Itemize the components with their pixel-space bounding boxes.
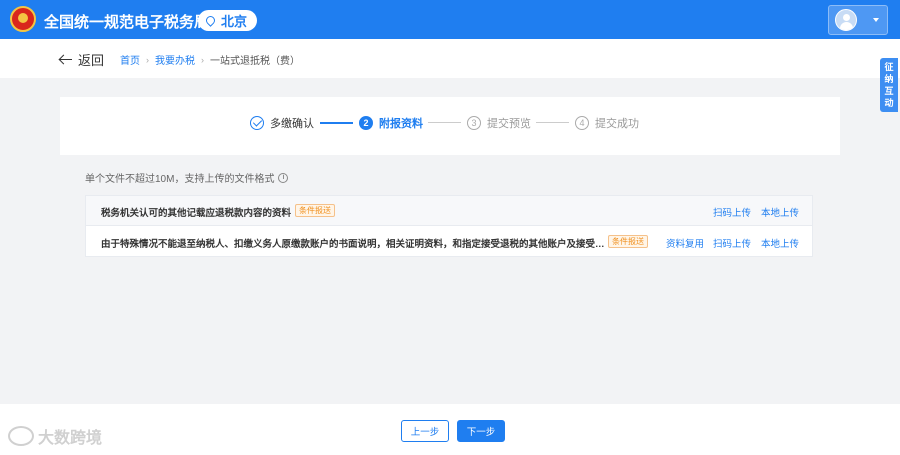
scan-upload-link[interactable]: 扫码上传 [713,236,751,250]
location-pin-icon [204,14,217,27]
sub-header: 返回 首页 › 我要办税 › 一站式退抵税（费） [0,39,900,78]
caret-down-icon [873,18,879,22]
step-connector [320,122,353,124]
back-label: 返回 [78,53,105,68]
local-upload-link[interactable]: 本地上传 [761,205,799,219]
breadcrumb-current: 一站式退抵税（费） [210,56,300,67]
avatar [835,9,857,31]
breadcrumb-home[interactable]: 首页 [120,52,140,67]
watermark-logo-icon [8,426,34,446]
city-label: 北京 [221,14,248,29]
back-button[interactable]: 返回 [60,50,104,69]
user-menu[interactable] [828,5,888,35]
step-check-icon [250,116,264,130]
tax-emblem-icon [10,6,36,32]
step-4: 4 提交成功 [575,115,639,131]
list-item: 税务机关认可的其他记载应退税款内容的资料 条件报送 扫码上传 本地上传 [86,196,812,226]
arrow-left-icon [60,54,72,66]
reuse-material-link[interactable]: 资料复用 [666,236,704,250]
step-label: 提交预览 [487,118,531,130]
city-selector[interactable]: 北京 [198,10,258,31]
footer-bar: 上一步 下一步 [0,404,900,455]
side-tab-char: 纳 [884,74,894,84]
previous-step-button[interactable]: 上一步 [401,420,449,442]
upload-list: 税务机关认可的其他记载应退税款内容的资料 条件报送 扫码上传 本地上传 由于特殊… [85,195,813,257]
breadcrumb-tax[interactable]: 我要办税 [155,52,195,67]
step-1: 多缴确认 [250,115,314,131]
next-step-button[interactable]: 下一步 [457,420,505,442]
local-upload-link[interactable]: 本地上传 [761,236,799,250]
condition-tag: 条件报送 [608,235,648,248]
interaction-side-tab[interactable]: 征 纳 互 动 [880,58,898,112]
watermark: 大数跨境 [8,424,102,448]
side-tab-char: 征 [884,62,894,72]
step-2: 2 附报资料 [359,115,423,131]
step-3: 3 提交预览 [467,115,531,131]
step-connector [536,122,569,123]
list-item: 由于特殊情况不能退至纳税人、扣缴义务人原缴款账户的书面说明，相关证明资料，和指定… [86,227,812,257]
upload-note: 单个文件不超过10M，支持上传的文件格式 i [85,170,289,185]
info-icon[interactable]: i [278,172,289,183]
chevron-right-icon: › [201,54,204,65]
scan-upload-link[interactable]: 扫码上传 [713,205,751,219]
step-label: 附报资料 [379,118,423,130]
step-number: 4 [575,116,589,130]
step-number: 3 [467,116,481,130]
step-label: 提交成功 [595,118,639,130]
material-title: 由于特殊情况不能退至纳税人、扣缴义务人原缴款账户的书面说明，相关证明资料，和指定… [101,239,606,250]
material-title: 税务机关认可的其他记载应退税款内容的资料 [101,208,291,219]
top-bar: 全国统一规范电子税务局 北京 [0,0,900,39]
side-tab-char: 互 [884,86,894,96]
step-number: 2 [359,116,373,130]
step-label: 多缴确认 [270,118,314,130]
watermark-text: 大数跨境 [38,430,103,447]
breadcrumb: 首页 › 我要办税 › 一站式退抵税（费） [120,52,300,68]
step-connector [428,122,461,123]
app-title: 全国统一规范电子税务局 [44,14,210,31]
upload-note-text: 单个文件不超过10M，支持上传的文件格式 [85,174,275,185]
steps-card: 多缴确认 2 附报资料 3 提交预览 4 提交成功 [60,97,840,155]
chevron-right-icon: › [146,54,149,65]
condition-tag: 条件报送 [295,204,335,217]
side-tab-char: 动 [884,98,894,108]
